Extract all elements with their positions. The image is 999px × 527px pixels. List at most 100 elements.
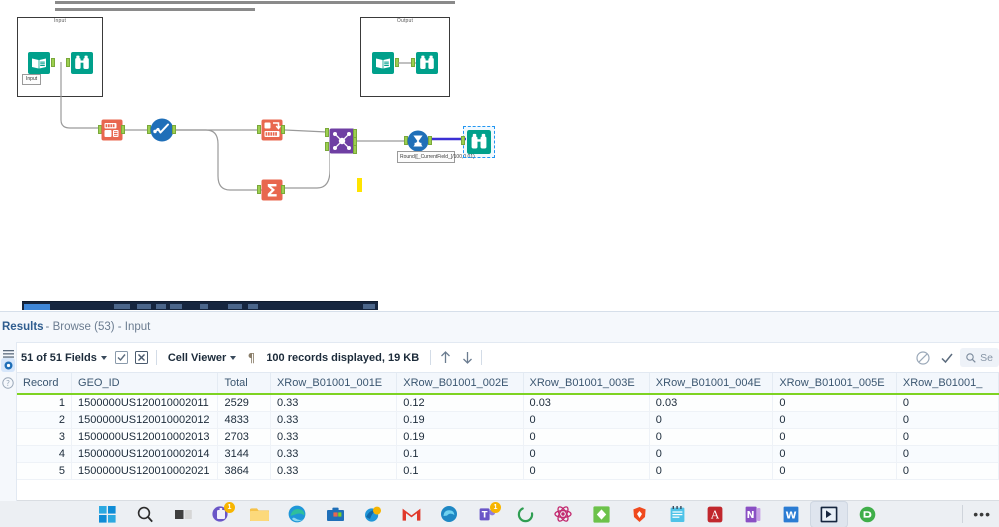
nvidia-icon — [859, 506, 875, 522]
table-row[interactable]: 5 1500000US120010002021 3864 0.33 0.1 0 … — [17, 462, 999, 480]
arrow-up-icon[interactable] — [438, 351, 452, 365]
chevron-down-icon[interactable] — [100, 355, 107, 360]
cell-geo-id: 1500000US120010002011 — [71, 394, 219, 412]
onedrive-app[interactable] — [430, 501, 468, 527]
cell-value: 0.03 — [649, 394, 774, 412]
cell-record: 4 — [17, 445, 73, 463]
output-anchor-join-right[interactable] — [353, 145, 357, 154]
canvas-marker[interactable] — [357, 178, 362, 192]
table-row[interactable]: 2 1500000US120010002012 4833 0.33 0.19 0… — [17, 411, 999, 429]
results-grid[interactable]: ? Record GEO_ID Total XRow_B01001_001E X… — [0, 373, 999, 501]
brave-browser-app[interactable] — [620, 501, 658, 527]
notepad-icon — [670, 505, 684, 522]
cell-record: 1 — [17, 394, 73, 412]
background-window-titlebar[interactable] — [22, 301, 378, 310]
workflow-canvas[interactable]: Input Input Output Σ Round([_CurrentFiel… — [0, 12, 999, 302]
output-anchor-data-cleansing[interactable] — [172, 125, 176, 134]
outlook-app[interactable] — [354, 501, 392, 527]
fields-selector-label: 51 of 51 Fields — [21, 351, 97, 364]
notepad-app[interactable] — [658, 501, 696, 527]
data-cleansing-tool[interactable] — [150, 118, 174, 142]
column-header[interactable]: XRow_B01001_004E — [649, 373, 774, 395]
gmail-app[interactable] — [392, 501, 430, 527]
results-table[interactable]: Record GEO_ID Total XRow_B01001_001E XRo… — [17, 373, 999, 480]
column-header[interactable]: GEO_ID — [71, 373, 219, 395]
column-header[interactable]: Record — [17, 373, 73, 395]
summarize-tool[interactable]: Σ — [261, 179, 283, 201]
input-anchor-browse-input[interactable] — [66, 58, 70, 67]
spinner-icon — [517, 506, 533, 522]
cell-value: 0 — [649, 462, 774, 480]
onenote-app[interactable]: N — [734, 501, 772, 527]
cell-record: 3 — [17, 428, 73, 446]
table-row[interactable]: 1 1500000US120010002011 2529 0.33 0.12 0… — [17, 394, 999, 412]
browse-tool-output[interactable] — [416, 52, 438, 74]
svg-text:Σ: Σ — [266, 182, 278, 202]
task-view-button[interactable] — [164, 501, 202, 527]
output-anchor-summarize[interactable] — [281, 185, 285, 194]
arrow-down-icon[interactable] — [460, 351, 474, 365]
background-window-controls[interactable] — [363, 304, 375, 309]
taskbar-overflow-button[interactable]: ••• — [973, 506, 991, 522]
results-data-icon[interactable] — [1, 358, 15, 372]
pdf-reader-app[interactable]: A — [696, 501, 734, 527]
input-anchor-browse-output[interactable] — [411, 58, 415, 67]
transpose-tool[interactable] — [261, 119, 283, 141]
join-tool[interactable] — [329, 128, 355, 154]
table-row[interactable]: 3 1500000US120010002013 2703 0.33 0.19 0… — [17, 428, 999, 446]
column-header[interactable]: XRow_B01001_005E — [772, 373, 897, 395]
clear-selection-icon[interactable] — [135, 351, 149, 365]
store-app[interactable] — [316, 501, 354, 527]
chevron-down-icon-2[interactable] — [230, 355, 237, 360]
input-data-tool[interactable] — [28, 52, 50, 74]
cell-viewer-selector[interactable]: Cell Viewer — [164, 342, 241, 373]
cell-value: 0 — [896, 462, 999, 480]
cell-value: 0 — [523, 445, 650, 463]
alteryx-app[interactable] — [582, 501, 620, 527]
cell-total: 4833 — [217, 411, 271, 429]
select-tool[interactable] — [101, 119, 123, 141]
search-input[interactable]: Se — [960, 348, 999, 367]
search-button[interactable] — [126, 501, 164, 527]
multi-field-formula-tool[interactable] — [407, 130, 429, 152]
background-window-item-1 — [114, 304, 130, 309]
atom-app[interactable] — [544, 501, 582, 527]
output-anchor-multi-field-formula[interactable] — [428, 136, 432, 145]
fields-selector[interactable]: 51 of 51 Fields — [17, 342, 111, 373]
start-button[interactable] — [88, 501, 126, 527]
svg-text:A: A — [710, 508, 720, 521]
teams-app[interactable]: 1 — [202, 501, 240, 527]
output-anchor-input-data[interactable] — [51, 58, 55, 67]
no-entry-icon[interactable] — [916, 350, 930, 365]
browse-tool-input[interactable] — [71, 52, 93, 74]
file-explorer-app[interactable] — [240, 501, 278, 527]
loading-app[interactable] — [506, 501, 544, 527]
browse-tool-result[interactable] — [467, 130, 491, 154]
checkmark-icon[interactable] — [940, 351, 954, 365]
pilcrow-icon[interactable]: ¶ — [244, 351, 258, 365]
wire-cleansing-to-summarize — [176, 129, 266, 191]
output-anchor-output-data[interactable] — [395, 58, 399, 67]
column-header[interactable]: XRow_B01001_003E — [523, 373, 650, 395]
cell-value: 0.19 — [396, 428, 524, 446]
edge-browser-app[interactable] — [278, 501, 316, 527]
output-anchor-select[interactable] — [121, 125, 125, 134]
teams-classic-app[interactable]: T 1 — [468, 501, 506, 527]
table-row[interactable]: 4 1500000US120010002014 3144 0.33 0.1 0 … — [17, 445, 999, 463]
checkbox-icon[interactable] — [115, 351, 129, 365]
input-anchor-browse-result[interactable] — [461, 136, 465, 145]
column-header[interactable]: Total — [217, 373, 271, 395]
output-anchor-transpose[interactable] — [281, 125, 285, 134]
cell-value: 0.19 — [396, 411, 524, 429]
column-header[interactable]: XRow_B01001_002E — [396, 373, 524, 395]
background-window-tab[interactable] — [24, 304, 50, 310]
nvidia-app[interactable] — [848, 501, 886, 527]
help-circle-icon[interactable]: ? — [2, 376, 14, 394]
output-data-tool[interactable] — [372, 52, 394, 74]
column-header[interactable]: XRow_B01001_001E — [270, 373, 398, 395]
records-info: 100 records displayed, 19 KB — [262, 342, 423, 373]
column-header[interactable]: XRow_B01001_ — [896, 373, 999, 395]
alteryx-designer-app[interactable] — [810, 500, 848, 527]
svg-text:N: N — [747, 510, 755, 521]
word-app[interactable]: W — [772, 501, 810, 527]
